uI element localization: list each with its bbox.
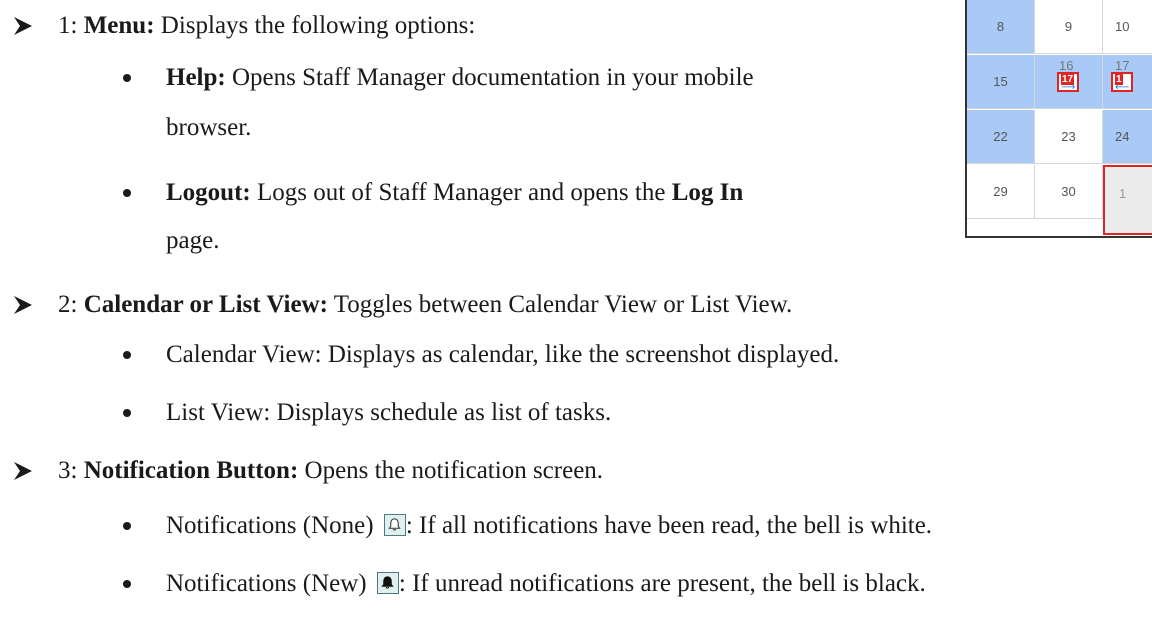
calendar-today-cell[interactable]: 1 xyxy=(1103,165,1152,235)
calendar-week-row: 29 30 1 xyxy=(967,165,1152,235)
notifications-none-item: Notifications (None) : If all notificati… xyxy=(166,512,933,539)
logout-item-cont: page. xyxy=(166,227,220,254)
calendar-week-row: 22 23 24 xyxy=(967,110,1152,165)
item-3-heading: 3: Notification Button: Opens the notifi… xyxy=(58,457,604,484)
calendar-day-cell[interactable]: 29 xyxy=(967,165,1035,219)
calendar-day-cell[interactable]: 30 xyxy=(1035,165,1103,219)
notifications-new-item: Notifications (New) : If unread notifica… xyxy=(166,570,926,597)
help-item: Help: Opens Staff Manager documentation … xyxy=(166,64,754,91)
calendar-screenshot: 8 9 10 15 16 17 ⟶ 17 1 ⟵ 22 23 24 29 30 … xyxy=(965,0,1152,238)
list-view-item: List View: Displays schedule as list of … xyxy=(166,399,612,426)
logout-item: Logout: Logs out of Staff Manager and op… xyxy=(166,179,744,206)
calendar-view-item: Calendar View: Displays as calendar, lik… xyxy=(166,341,840,368)
calendar-list-view-term: Calendar or List View xyxy=(83,291,320,318)
menu-term: Menu xyxy=(83,12,147,39)
bell-outline-icon xyxy=(383,514,406,536)
notification-button-term: Notification Button xyxy=(83,457,290,484)
arrow-left-icon: ⟵ xyxy=(1115,82,1130,93)
bullet-icon xyxy=(123,189,131,197)
bullet-icon xyxy=(123,580,131,588)
calendar-day-cell[interactable]: 23 xyxy=(1035,110,1103,164)
bell-filled-icon xyxy=(376,572,399,594)
shift-badge[interactable]: 1 ⟵ xyxy=(1111,72,1133,93)
item-1-heading: 1: Menu: Displays the following options: xyxy=(58,12,476,39)
arrow-bullet-icon xyxy=(14,296,32,314)
calendar-day-cell[interactable]: 8 xyxy=(967,0,1035,54)
bullet-icon xyxy=(123,74,131,82)
item-2-heading: 2: Calendar or List View: Toggles betwee… xyxy=(58,291,793,318)
arrow-right-icon: ⟶ xyxy=(1061,82,1076,93)
calendar-day-cell[interactable]: 16 17 ⟶ xyxy=(1035,55,1103,109)
calendar-day-cell[interactable]: 17 1 ⟵ xyxy=(1103,55,1152,109)
calendar-week-row: 15 16 17 ⟶ 17 1 ⟵ xyxy=(967,55,1152,110)
calendar-day-cell[interactable]: 24 xyxy=(1103,110,1152,164)
shift-badge[interactable]: 17 ⟶ xyxy=(1057,72,1079,93)
bullet-icon xyxy=(123,522,131,530)
arrow-bullet-icon xyxy=(14,17,32,35)
bullet-icon xyxy=(123,409,131,417)
calendar-day-cell[interactable]: 22 xyxy=(967,110,1035,164)
help-item-cont: browser. xyxy=(166,114,252,141)
bullet-icon xyxy=(123,351,131,359)
calendar-day-cell[interactable]: 15 xyxy=(967,55,1035,109)
arrow-bullet-icon xyxy=(14,462,32,480)
